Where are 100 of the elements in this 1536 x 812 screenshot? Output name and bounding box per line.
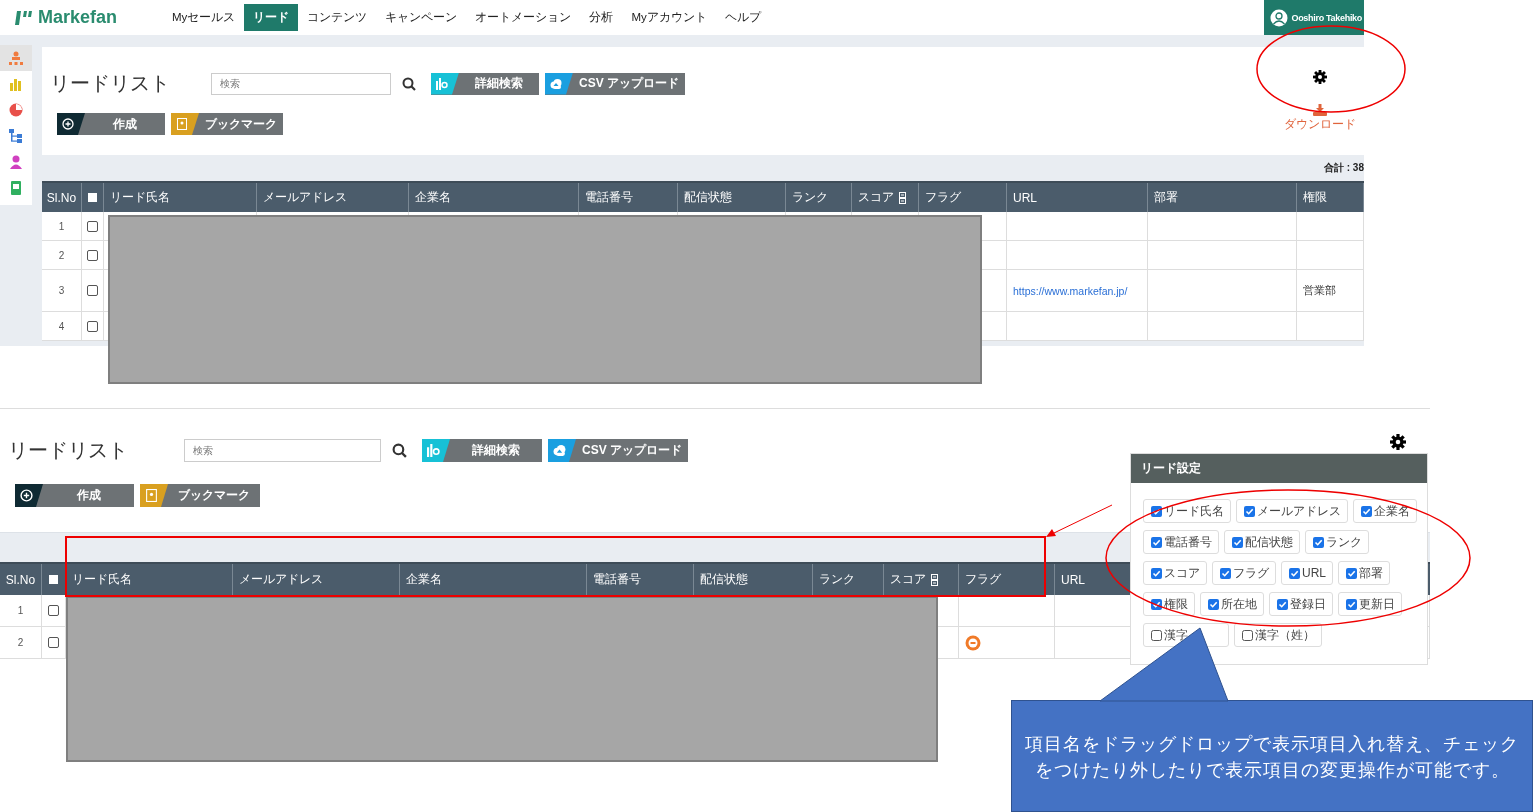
row-number: 1 [58, 220, 65, 232]
logo-icon [15, 10, 35, 25]
search-field[interactable]: 検索 [184, 439, 381, 462]
option-checkbox[interactable] [1244, 505, 1255, 517]
row-checkbox[interactable] [87, 320, 98, 332]
page-title: リードリスト [50, 71, 171, 96]
column-header[interactable]: メールアドレス [233, 564, 400, 595]
select-all-checkbox[interactable] [88, 193, 97, 202]
option-checkbox[interactable] [1346, 567, 1357, 579]
nav-item[interactable]: Myアカウント [622, 4, 716, 31]
person-icon[interactable] [9, 155, 23, 169]
flag-icon[interactable] [965, 634, 981, 651]
plus-circle-icon [62, 118, 74, 130]
nav-item[interactable]: リード [244, 4, 299, 31]
column-option[interactable]: 所在地 [1200, 592, 1264, 616]
option-checkbox[interactable] [1151, 598, 1162, 610]
advanced-search-button[interactable]: 詳細検索 [422, 439, 542, 462]
bookmark-button[interactable]: ブックマーク [171, 113, 283, 135]
column-header[interactable]: スコア [884, 564, 959, 595]
option-checkbox[interactable] [1208, 598, 1219, 610]
search-icon[interactable] [392, 443, 407, 458]
panel-title: リード設定 [1131, 454, 1427, 483]
nav-item[interactable]: コンテンツ [298, 4, 377, 31]
settings-icon[interactable] [1390, 434, 1406, 450]
logo-text: Markefan [38, 7, 118, 28]
column-option[interactable]: メールアドレス [1236, 499, 1348, 523]
nav-item[interactable]: Myセールス [163, 4, 245, 31]
row-number: 2 [17, 637, 24, 648]
table-cell: 営業部 [1303, 283, 1336, 298]
cloud-upload-icon [550, 77, 562, 90]
option-checkbox[interactable] [1220, 567, 1231, 579]
bookmark-icon [144, 489, 158, 502]
chart-search-icon [426, 444, 440, 457]
nav-item[interactable]: オートメーション [466, 4, 581, 31]
column-option[interactable]: 権限 [1143, 592, 1195, 616]
csv-upload-button[interactable]: CSV アップロード [545, 72, 685, 95]
column-option[interactable]: 電話番号 [1143, 530, 1219, 554]
row-checkbox[interactable] [87, 249, 98, 261]
column-option[interactable]: 配信状態 [1224, 530, 1300, 554]
column-header[interactable]: 企業名 [400, 564, 587, 595]
create-button[interactable]: 作成 [15, 484, 134, 507]
csv-upload-button[interactable]: CSV アップロード [548, 439, 688, 462]
nav-item[interactable]: 分析 [580, 4, 623, 31]
total-count: 合計 : 38 [1324, 161, 1364, 175]
create-button[interactable]: 作成 [57, 113, 165, 135]
nav-item[interactable]: ヘルプ [715, 4, 770, 31]
column-option[interactable]: 漢字（姓） [1234, 623, 1322, 647]
bookmark-icon [176, 118, 188, 130]
download-link[interactable]: ダウンロード [1284, 116, 1356, 133]
row-number: 3 [58, 285, 65, 296]
search-icon[interactable] [402, 76, 416, 91]
sort-icon[interactable] [899, 191, 906, 204]
row-number: 2 [58, 249, 65, 261]
row-checkbox[interactable] [87, 285, 98, 296]
option-checkbox[interactable] [1289, 567, 1300, 579]
row-checkbox[interactable] [48, 637, 59, 648]
column-option[interactable]: ランク [1305, 530, 1369, 554]
page-title: リードリスト [8, 438, 129, 463]
column-option[interactable]: スコア [1143, 561, 1207, 585]
option-checkbox[interactable] [1277, 598, 1288, 610]
advanced-search-button[interactable]: 詳細検索 [431, 72, 539, 95]
column-option[interactable]: 更新日 [1338, 592, 1402, 616]
option-checkbox[interactable] [1151, 505, 1162, 517]
column-header[interactable]: フラグ [959, 564, 1055, 595]
plus-circle-icon [19, 489, 33, 502]
doc-icon[interactable] [9, 181, 23, 195]
sort-icon[interactable] [931, 573, 938, 586]
option-checkbox[interactable] [1313, 536, 1324, 548]
select-all-checkbox[interactable] [49, 575, 58, 584]
url-link[interactable]: https://www.markefan.jp/ [1013, 284, 1128, 297]
search-field[interactable]: 検索 [211, 72, 391, 95]
option-checkbox[interactable] [1346, 598, 1357, 610]
column-option[interactable]: 企業名 [1353, 499, 1417, 523]
row-checkbox[interactable] [48, 605, 59, 616]
nav-item[interactable]: キャンペーン [376, 4, 467, 31]
column-option[interactable]: 部署 [1338, 561, 1390, 585]
column-option[interactable]: リード氏名 [1143, 499, 1231, 523]
column-header[interactable]: ランク [813, 564, 884, 595]
tree-icon[interactable] [9, 129, 23, 143]
row-checkbox[interactable] [87, 220, 98, 232]
option-checkbox[interactable] [1151, 629, 1162, 641]
option-checkbox[interactable] [1151, 567, 1162, 579]
option-checkbox[interactable] [1232, 536, 1243, 548]
option-checkbox[interactable] [1361, 505, 1372, 517]
column-header: Sl.No [0, 564, 42, 595]
column-option[interactable]: 登録日 [1269, 592, 1333, 616]
column-header[interactable]: 電話番号 [587, 564, 694, 595]
chart-search-icon [436, 77, 448, 90]
bookmark-button[interactable]: ブックマーク [140, 484, 260, 507]
column-header[interactable]: 配信状態 [694, 564, 813, 595]
option-checkbox[interactable] [1242, 629, 1253, 641]
user-menu[interactable]: Ooshiro Takehiko [1264, 0, 1364, 35]
avatar-icon[interactable] [1270, 8, 1289, 27]
download-icon[interactable] [1313, 104, 1327, 116]
column-option[interactable]: フラグ [1212, 561, 1276, 585]
option-checkbox[interactable] [1151, 536, 1162, 548]
pie-icon[interactable] [9, 103, 23, 117]
column-option[interactable]: URL [1281, 561, 1333, 585]
column-header[interactable]: リード氏名 [66, 564, 233, 595]
settings-icon[interactable] [1313, 70, 1327, 84]
